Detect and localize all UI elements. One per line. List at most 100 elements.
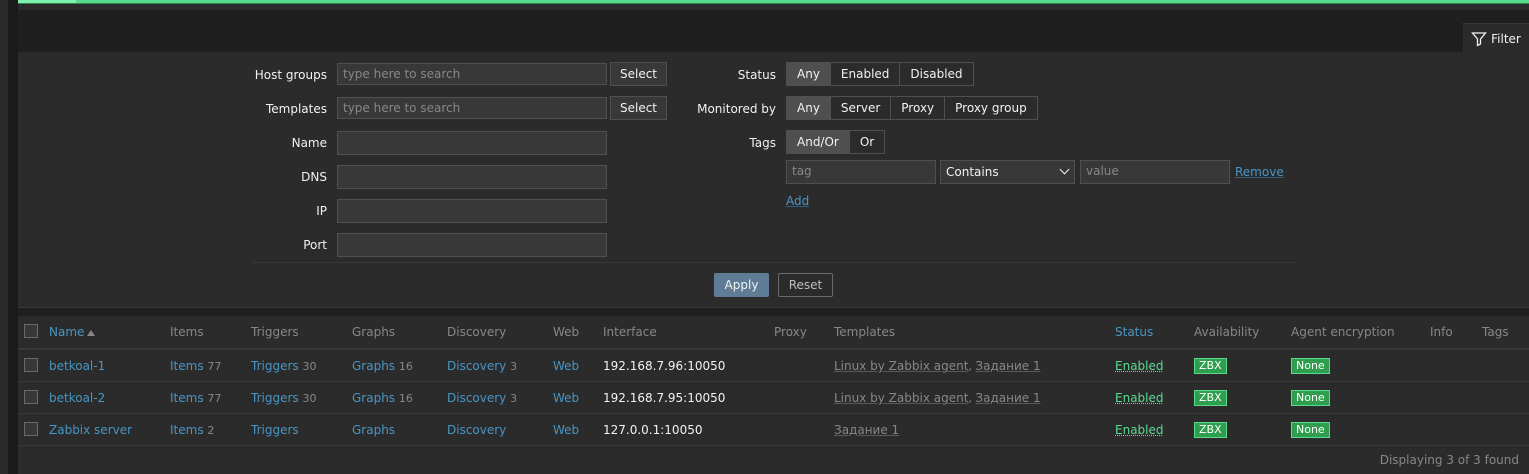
sort-asc-icon — [87, 329, 96, 336]
discovery-cell: Discovery 3 — [447, 359, 518, 373]
encryption-badge: None — [1291, 358, 1330, 374]
dns-label: DNS — [301, 170, 327, 184]
tag-input[interactable]: tag — [786, 160, 936, 184]
port-label: Port — [303, 238, 327, 252]
filter-panel: Host groups type here to search Select T… — [18, 52, 1529, 308]
header-web: Web — [553, 325, 580, 339]
graphs-link[interactable]: Graphs — [352, 423, 395, 437]
triggers-link[interactable]: Triggers — [251, 391, 299, 405]
top-bar — [0, 0, 1529, 10]
web-link[interactable]: Web — [553, 391, 579, 405]
encryption-cell: None — [1291, 422, 1330, 438]
discovery-link[interactable]: Discovery — [447, 423, 506, 437]
host-name-link[interactable]: Zabbix server — [49, 423, 132, 437]
template-link[interactable]: Linux by Zabbix agent — [834, 391, 968, 405]
dns-input[interactable] — [337, 165, 607, 189]
status-any[interactable]: Any — [787, 63, 831, 85]
status-label: Status — [737, 68, 776, 82]
header-tags: Tags — [1482, 325, 1509, 339]
header-triggers: Triggers — [251, 325, 299, 339]
status-toggle[interactable]: Enabled — [1115, 359, 1164, 373]
graphs-link[interactable]: Graphs — [352, 391, 395, 405]
row-checkbox[interactable] — [24, 422, 38, 436]
chevron-down-icon — [1059, 164, 1070, 175]
graphs-cell: Graphs — [352, 423, 395, 437]
discovery-link[interactable]: Discovery — [447, 359, 506, 373]
select-all-checkbox[interactable] — [24, 324, 38, 338]
items-link[interactable]: Items — [170, 391, 204, 405]
header-status[interactable]: Status — [1115, 325, 1153, 339]
table-row: Zabbix server Items 2 Triggers Graphs Di… — [18, 414, 1529, 446]
availability-cell: ZBX — [1194, 358, 1227, 374]
status-disabled[interactable]: Disabled — [900, 63, 973, 85]
web-link[interactable]: Web — [553, 423, 579, 437]
discovery-link[interactable]: Discovery — [447, 391, 506, 405]
triggers-link[interactable]: Triggers — [251, 359, 299, 373]
tag-operator-select[interactable]: Contains — [940, 160, 1075, 184]
port-input[interactable] — [337, 233, 607, 257]
status-enabled[interactable]: Enabled — [830, 63, 901, 85]
encryption-badge: None — [1291, 390, 1330, 406]
web-link[interactable]: Web — [553, 359, 579, 373]
templates-cell: Linux by Zabbix agent, Задание 1 — [834, 391, 1041, 405]
ip-input[interactable] — [337, 199, 607, 223]
availability-cell: ZBX — [1194, 422, 1227, 438]
tags-and-or[interactable]: And/Or — [787, 131, 850, 153]
triggers-link[interactable]: Triggers — [251, 423, 299, 437]
status-segmented: Any Enabled Disabled — [786, 62, 974, 86]
status-toggle[interactable]: Enabled — [1115, 423, 1164, 437]
items-link[interactable]: Items — [170, 359, 204, 373]
monitored-by-segmented: Any Server Proxy Proxy group — [786, 96, 1038, 120]
templates-input[interactable]: type here to search — [337, 97, 607, 119]
header-name[interactable]: Name — [49, 325, 96, 339]
header-discovery: Discovery — [447, 325, 507, 339]
discovery-cell: Discovery 3 — [447, 391, 518, 405]
table-row: betkoal-1 Items 77 Triggers 30 Graphs 16… — [18, 350, 1529, 382]
encryption-cell: None — [1291, 390, 1330, 406]
status-toggle[interactable]: Enabled — [1115, 391, 1164, 405]
tag-add-link[interactable]: Add — [786, 194, 809, 208]
filter-tab[interactable]: Filter — [1463, 23, 1529, 53]
monitored-by-label: Monitored by — [697, 102, 776, 116]
items-cell: Items 77 — [170, 391, 222, 405]
template-link[interactable]: Linux by Zabbix agent — [834, 359, 968, 373]
reset-button[interactable]: Reset — [778, 273, 833, 297]
zbx-badge: ZBX — [1194, 390, 1227, 406]
header-items: Items — [170, 325, 204, 339]
tags-or[interactable]: Or — [849, 131, 885, 153]
table-footer-count: Displaying 3 of 3 found — [1379, 453, 1519, 467]
templates-cell: Задание 1 — [834, 423, 899, 437]
graphs-cell: Graphs 16 — [352, 391, 413, 405]
monitored-proxy-group[interactable]: Proxy group — [945, 97, 1037, 119]
template-link[interactable]: Задание 1 — [975, 391, 1040, 405]
name-label: Name — [291, 136, 327, 150]
header-availability: Availability — [1194, 325, 1260, 339]
filter-tab-label: Filter — [1491, 31, 1521, 46]
header-proxy: Proxy — [774, 325, 807, 339]
hosts-table: Name Items Triggers Graphs Discovery Web… — [18, 316, 1529, 474]
graphs-link[interactable]: Graphs — [352, 359, 395, 373]
tag-remove-link[interactable]: Remove — [1235, 165, 1284, 179]
row-checkbox[interactable] — [24, 390, 38, 404]
tags-segmented: And/Or Or — [786, 130, 886, 154]
row-checkbox[interactable] — [24, 358, 38, 372]
monitored-any[interactable]: Any — [787, 97, 831, 119]
template-link[interactable]: Задание 1 — [975, 359, 1040, 373]
tag-value-input[interactable]: value — [1080, 160, 1230, 184]
monitored-proxy[interactable]: Proxy — [891, 97, 946, 119]
template-link[interactable]: Задание 1 — [834, 423, 899, 437]
items-link[interactable]: Items — [170, 423, 204, 437]
host-name-link[interactable]: betkoal-2 — [49, 391, 105, 405]
filter-icon — [1471, 31, 1488, 47]
active-tab-marker — [18, 0, 76, 3]
host-groups-label: Host groups — [254, 68, 327, 82]
items-cell: Items 2 — [170, 423, 215, 437]
header-interface: Interface — [603, 325, 657, 339]
apply-button[interactable]: Apply — [714, 273, 769, 297]
templates-cell: Linux by Zabbix agent, Задание 1 — [834, 359, 1041, 373]
name-input[interactable] — [337, 131, 607, 155]
host-name-link[interactable]: betkoal-1 — [49, 359, 105, 373]
discovery-cell: Discovery — [447, 423, 506, 437]
host-groups-input[interactable]: type here to search — [337, 63, 607, 85]
monitored-server[interactable]: Server — [830, 97, 892, 119]
